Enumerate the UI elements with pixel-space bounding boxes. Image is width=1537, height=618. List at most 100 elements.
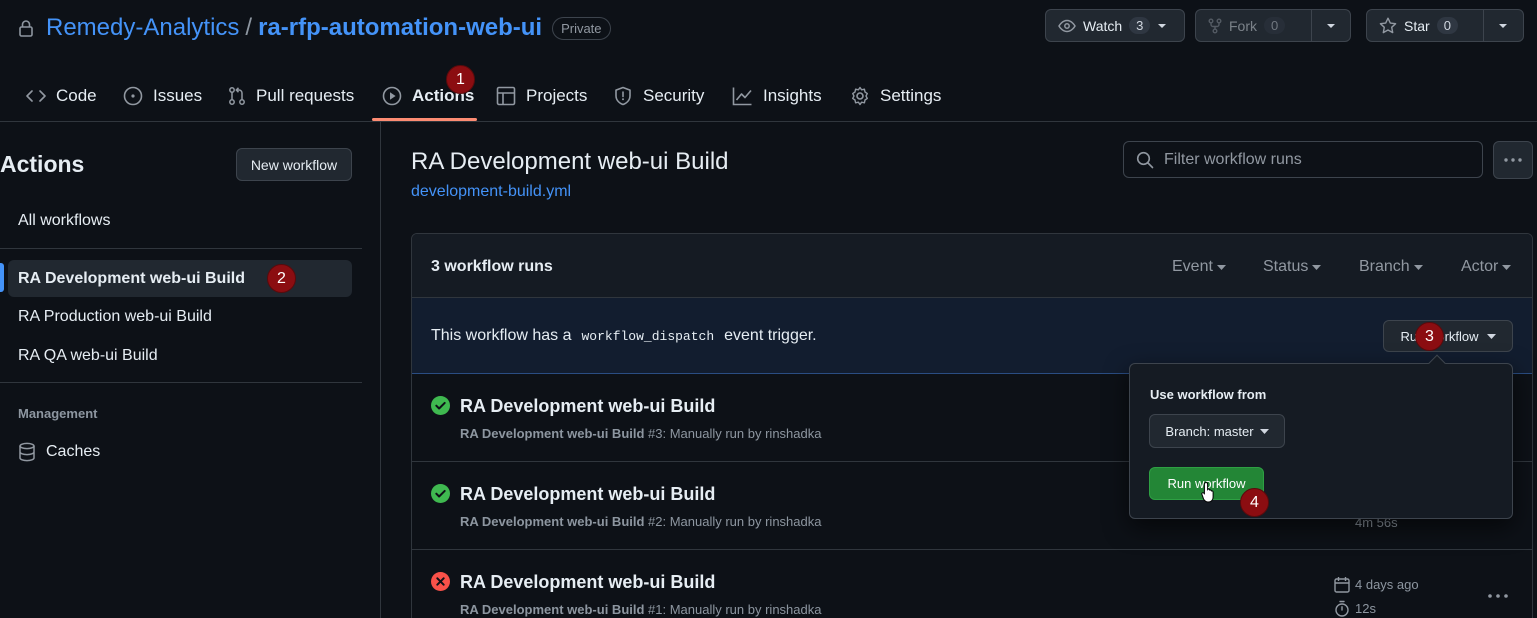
- tab-label: Code: [56, 85, 97, 105]
- run-subtitle: RA Development web-ui Build #2: Manually…: [460, 514, 821, 529]
- run-title[interactable]: RA Development web-ui Build: [460, 484, 715, 505]
- dispatch-message: This workflow has a workflow_dispatch ev…: [431, 327, 817, 345]
- run-duration: 12s: [1334, 600, 1376, 617]
- eye-icon: [1058, 19, 1076, 33]
- tab-issues[interactable]: Issues: [123, 70, 202, 121]
- star-menu-button[interactable]: [1484, 10, 1522, 41]
- run-meta: #1: Manually run by rinshadka: [644, 602, 822, 617]
- repo-owner-link[interactable]: Remedy-Analytics: [46, 14, 239, 42]
- star-count: 0: [1436, 17, 1458, 34]
- caret-down-icon: [1498, 23, 1508, 29]
- actor-filter-dropdown[interactable]: Actor: [1461, 258, 1512, 276]
- popover-heading: Use workflow from: [1150, 387, 1267, 402]
- play-icon: [382, 86, 402, 106]
- gear-icon: [850, 86, 870, 106]
- sidebar-title: Actions: [0, 151, 85, 177]
- annotation-marker-4: 4: [1240, 488, 1269, 517]
- tab-pull-requests[interactable]: Pull requests: [228, 70, 354, 121]
- tab-label: Projects: [526, 85, 588, 105]
- check-circle-icon: [431, 396, 450, 415]
- kebab-horizontal-icon: [1504, 158, 1522, 162]
- run-date: 4 days ago: [1334, 576, 1419, 593]
- management-heading: Management: [18, 406, 98, 421]
- dispatch-text: event trigger.: [724, 327, 817, 344]
- check-circle-icon: [431, 484, 450, 503]
- watch-label: Watch: [1083, 17, 1123, 34]
- active-tab-indicator: [372, 118, 477, 121]
- sidebar-item-ra-development[interactable]: RA Development web-ui Build: [8, 260, 352, 297]
- annotation-marker-3: 3: [1415, 322, 1444, 351]
- sidebar-item-ra-qa[interactable]: RA QA web-ui Build: [8, 337, 352, 374]
- more-options-button[interactable]: [1493, 141, 1533, 179]
- shield-icon: [613, 86, 633, 106]
- new-workflow-button[interactable]: New workflow: [236, 148, 352, 181]
- caret-down-icon: [1413, 264, 1423, 270]
- event-filter-dropdown[interactable]: Event: [1172, 258, 1226, 276]
- sidebar-divider: [0, 248, 362, 249]
- watch-button[interactable]: Watch 3: [1045, 9, 1185, 42]
- hand-cursor-icon: [1201, 481, 1217, 503]
- tab-projects[interactable]: Projects: [496, 70, 587, 121]
- status-filter-dropdown[interactable]: Status: [1263, 258, 1322, 276]
- workflow-file-link[interactable]: development-build.yml: [411, 183, 571, 201]
- code-icon: [26, 89, 46, 103]
- run-title[interactable]: RA Development web-ui Build: [460, 572, 715, 593]
- dispatch-code: workflow_dispatch: [581, 328, 715, 344]
- x-circle-icon: [431, 572, 450, 591]
- caret-down-icon: [1312, 264, 1322, 270]
- run-options-button[interactable]: [1488, 594, 1508, 598]
- kebab-horizontal-icon: [1488, 594, 1508, 598]
- tab-code[interactable]: Code: [26, 70, 97, 121]
- tab-label: Insights: [763, 85, 822, 105]
- star-button-group: Star 0: [1366, 9, 1524, 42]
- database-icon: [18, 442, 36, 462]
- run-duration-text: 12s: [1355, 601, 1376, 616]
- filter-workflow-runs-input[interactable]: Filter workflow runs: [1123, 141, 1483, 178]
- stopwatch-icon: [1334, 600, 1350, 617]
- fork-menu-button[interactable]: [1312, 10, 1350, 41]
- run-workflow-name: RA Development web-ui Build: [460, 602, 645, 617]
- search-icon: [1136, 151, 1154, 169]
- filter-label: Status: [1263, 258, 1309, 275]
- tab-label: Issues: [153, 85, 203, 105]
- issue-opened-icon: [123, 86, 143, 106]
- repo-name-link[interactable]: ra-rfp-automation-web-ui: [258, 14, 542, 42]
- annotation-marker-2: 2: [267, 264, 296, 293]
- tab-settings[interactable]: Settings: [850, 70, 941, 121]
- workflow-run-row[interactable]: RA Development web-ui Build RA Developme…: [412, 550, 1532, 618]
- tab-label: Pull requests: [256, 85, 355, 105]
- filter-label: Branch: [1359, 258, 1410, 275]
- visibility-badge: Private: [552, 16, 611, 40]
- run-workflow-name: RA Development web-ui Build: [460, 514, 645, 529]
- run-title[interactable]: RA Development web-ui Build: [460, 396, 715, 417]
- filter-label: Event: [1172, 258, 1213, 275]
- pull-request-icon: [228, 86, 246, 106]
- fork-button[interactable]: Fork 0: [1196, 10, 1311, 41]
- run-date-text: 4 days ago: [1355, 577, 1419, 592]
- sidebar-item-all-workflows[interactable]: All workflows: [8, 202, 352, 239]
- filter-placeholder: Filter workflow runs: [1164, 150, 1302, 168]
- sidebar-item-caches[interactable]: Caches: [8, 433, 352, 470]
- run-meta: #3: Manually run by rinshadka: [644, 426, 822, 441]
- run-workflow-dropdown-button[interactable]: Run workflow: [1383, 320, 1513, 352]
- fork-icon: [1208, 18, 1222, 34]
- caret-down-icon: [1502, 264, 1512, 270]
- run-subtitle: RA Development web-ui Build #1: Manually…: [460, 602, 821, 617]
- calendar-icon: [1334, 576, 1350, 593]
- workflow-title: RA Development web-ui Build: [411, 148, 729, 175]
- star-button[interactable]: Star 0: [1367, 10, 1483, 41]
- tab-label: Security: [643, 85, 705, 105]
- tab-security[interactable]: Security: [613, 70, 704, 121]
- fork-label: Fork: [1229, 17, 1257, 34]
- active-item-indicator: [0, 263, 4, 292]
- repo-nav-tabs: Code Issues Pull requests Actions Projec…: [0, 70, 1537, 122]
- star-icon: [1379, 17, 1397, 34]
- fork-button-group: Fork 0: [1195, 9, 1351, 42]
- caret-down-icon: [1326, 23, 1336, 29]
- branch-filter-dropdown[interactable]: Branch: [1359, 258, 1423, 276]
- sidebar-item-ra-production[interactable]: RA Production web-ui Build: [8, 298, 352, 335]
- tab-insights[interactable]: Insights: [732, 70, 822, 121]
- run-meta: #2: Manually run by rinshadka: [644, 514, 822, 529]
- repo-separator: /: [245, 14, 253, 41]
- branch-select-button[interactable]: Branch: master: [1149, 414, 1285, 448]
